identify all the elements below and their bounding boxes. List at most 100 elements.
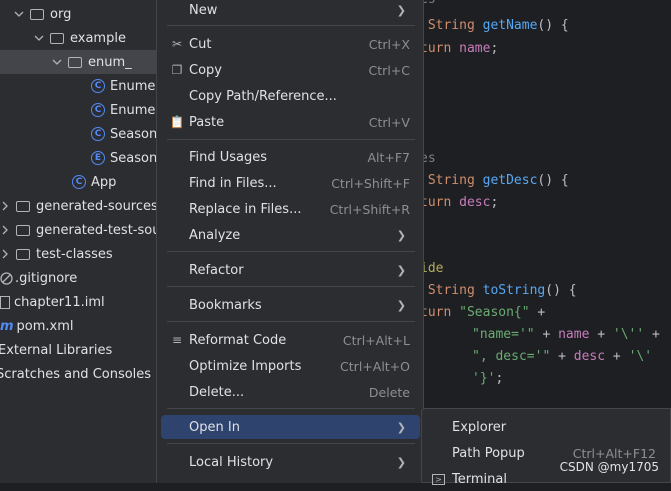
- scissors-icon: ✂: [171, 37, 183, 51]
- menu-divider: [167, 251, 415, 252]
- shortcut: Ctrl+Alt+L: [342, 332, 410, 348]
- chevron-down-icon: [34, 35, 44, 41]
- menu-divider: [167, 321, 415, 322]
- code-token: ;: [490, 195, 499, 210]
- menu-item-label: Find in Files...: [189, 175, 277, 191]
- ignore-file-icon: [0, 271, 13, 285]
- tree-node-enum-class[interactable]: E Season: [91, 146, 157, 170]
- menu-item-paste[interactable]: 📋 Paste Ctrl+V: [161, 110, 420, 134]
- code-token: name: [459, 41, 491, 56]
- chevron-right-icon: [2, 225, 8, 235]
- tree-node-external-libraries[interactable]: External Libraries: [0, 338, 112, 362]
- menu-divider: [167, 408, 415, 409]
- menu-item-cut[interactable]: ✂ Cut Ctrl+X: [161, 32, 420, 56]
- chevron-right-icon: ❯: [396, 3, 406, 17]
- shortcut: Ctrl+Shift+F: [331, 175, 410, 191]
- tree-node-scratches[interactable]: Scratches and Consoles: [0, 362, 151, 386]
- code-token: turn: [420, 195, 460, 210]
- menu-divider: [167, 286, 415, 287]
- code-token: +: [605, 349, 629, 364]
- tree-node-org[interactable]: org: [14, 2, 71, 26]
- submenu-item-explorer[interactable]: Explorer: [426, 415, 666, 439]
- menu-item-copy[interactable]: ❐ Copy Ctrl+C: [161, 58, 420, 82]
- tree-node-generated-test-sources[interactable]: generated-test-sou: [0, 218, 160, 242]
- shortcut: Alt+F7: [367, 149, 410, 165]
- folder-icon: [16, 200, 30, 212]
- menu-item-replace-in-files[interactable]: Replace in Files... Ctrl+Shift+R: [161, 197, 420, 221]
- menu-item-find-usages[interactable]: Find Usages Alt+F7: [161, 145, 420, 169]
- menu-item-reformat-code[interactable]: ≡ Reformat Code Ctrl+Alt+L: [161, 328, 420, 352]
- tree-node-class[interactable]: C Season: [91, 122, 157, 146]
- chevron-right-icon: ❯: [396, 263, 406, 277]
- menu-item-refactor[interactable]: Refactor ❯: [161, 258, 420, 282]
- tree-node-label: example: [70, 30, 126, 46]
- enum-icon: E: [91, 151, 105, 165]
- tree-node-example[interactable]: example: [34, 26, 126, 50]
- menu-item-optimize-imports[interactable]: Optimize Imports Ctrl+Alt+O: [161, 354, 420, 378]
- code-line: turn "Season{" +: [420, 305, 545, 320]
- code-token: '}': [472, 371, 496, 386]
- tree-node-label: generated-sources: [36, 198, 158, 214]
- tree-node-iml[interactable]: chapter11.iml: [0, 290, 105, 314]
- tree-node-label: org: [50, 6, 72, 22]
- tree-node-label: Season: [110, 150, 158, 166]
- tree-node-pom[interactable]: m pom.xml: [0, 314, 74, 338]
- chevron-right-icon: ❯: [396, 298, 406, 312]
- paste-icon: 📋: [169, 115, 185, 129]
- maven-icon: m: [0, 318, 14, 334]
- code-token: desc: [459, 195, 491, 210]
- menu-item-find-in-files[interactable]: Find in Files... Ctrl+Shift+F: [161, 171, 420, 195]
- folder-icon: [30, 8, 44, 20]
- code-token: ;: [495, 371, 504, 386]
- tree-node-label: Enumer: [110, 102, 161, 118]
- menu-item-label: Explorer: [452, 419, 507, 435]
- class-icon: C: [91, 127, 105, 141]
- reformat-icon: ≡: [171, 333, 183, 347]
- tree-node-class[interactable]: C Enumer: [91, 74, 161, 98]
- project-tool-window: org example enum_ C Enumer C Enumer C Se…: [0, 0, 161, 483]
- tree-node-class[interactable]: C Enumer: [91, 98, 161, 122]
- code-token: turn: [420, 305, 460, 320]
- menu-item-copy-path[interactable]: Copy Path/Reference...: [161, 84, 420, 108]
- code-token: () {: [545, 283, 577, 298]
- chevron-down-icon: [14, 11, 24, 17]
- menu-item-label: Terminal: [452, 471, 507, 487]
- copy-icon: ❐: [171, 63, 183, 77]
- menu-item-label: Local History: [189, 454, 274, 470]
- tree-node-label: .gitignore: [15, 270, 78, 286]
- chevron-right-icon: ❯: [396, 420, 406, 434]
- tree-node-label: chapter11.iml: [14, 294, 105, 310]
- menu-item-local-history[interactable]: Local History ❯: [161, 450, 420, 474]
- code-token: () {: [537, 18, 569, 33]
- code-token: ", desc='": [472, 349, 551, 364]
- tree-node-enum[interactable]: enum_: [0, 50, 160, 74]
- tree-node-test-classes[interactable]: test-classes: [0, 242, 113, 266]
- menu-item-label: Refactor: [189, 262, 244, 278]
- menu-item-delete[interactable]: Delete... Delete: [161, 380, 420, 404]
- menu-item-new[interactable]: New ❯: [161, 0, 420, 22]
- class-icon: C: [91, 103, 105, 117]
- tree-node-label: Enumer: [110, 78, 161, 94]
- menu-item-bookmarks[interactable]: Bookmarks ❯: [161, 293, 420, 317]
- tree-node-app[interactable]: C App: [72, 170, 116, 194]
- menu-item-analyze[interactable]: Analyze ❯: [161, 223, 420, 247]
- code-token: "Season{": [459, 305, 530, 320]
- tree-node-label: External Libraries: [0, 342, 113, 358]
- tree-node-label: pom.xml: [16, 318, 74, 334]
- tree-node-label: test-classes: [36, 246, 113, 262]
- shortcut: Ctrl+Alt+F12: [572, 445, 656, 461]
- menu-item-label: Copy Path/Reference...: [189, 88, 337, 104]
- shortcut: Ctrl+C: [368, 62, 410, 78]
- tree-node-generated-sources[interactable]: generated-sources: [0, 194, 158, 218]
- code-token: getName: [482, 18, 538, 33]
- menu-item-open-in[interactable]: Open In ❯: [161, 415, 420, 439]
- code-line: turn desc;: [420, 195, 498, 210]
- menu-item-label: Find Usages: [189, 149, 268, 165]
- folder-icon: [16, 224, 30, 236]
- menu-item-label: Replace in Files...: [189, 201, 302, 217]
- tree-node-label: Scratches and Consoles: [0, 366, 152, 382]
- chevron-down-icon: [52, 59, 62, 65]
- tree-node-label: Season: [110, 126, 158, 142]
- tree-node-gitignore[interactable]: .gitignore: [0, 266, 77, 290]
- code-token: "name='": [472, 327, 535, 342]
